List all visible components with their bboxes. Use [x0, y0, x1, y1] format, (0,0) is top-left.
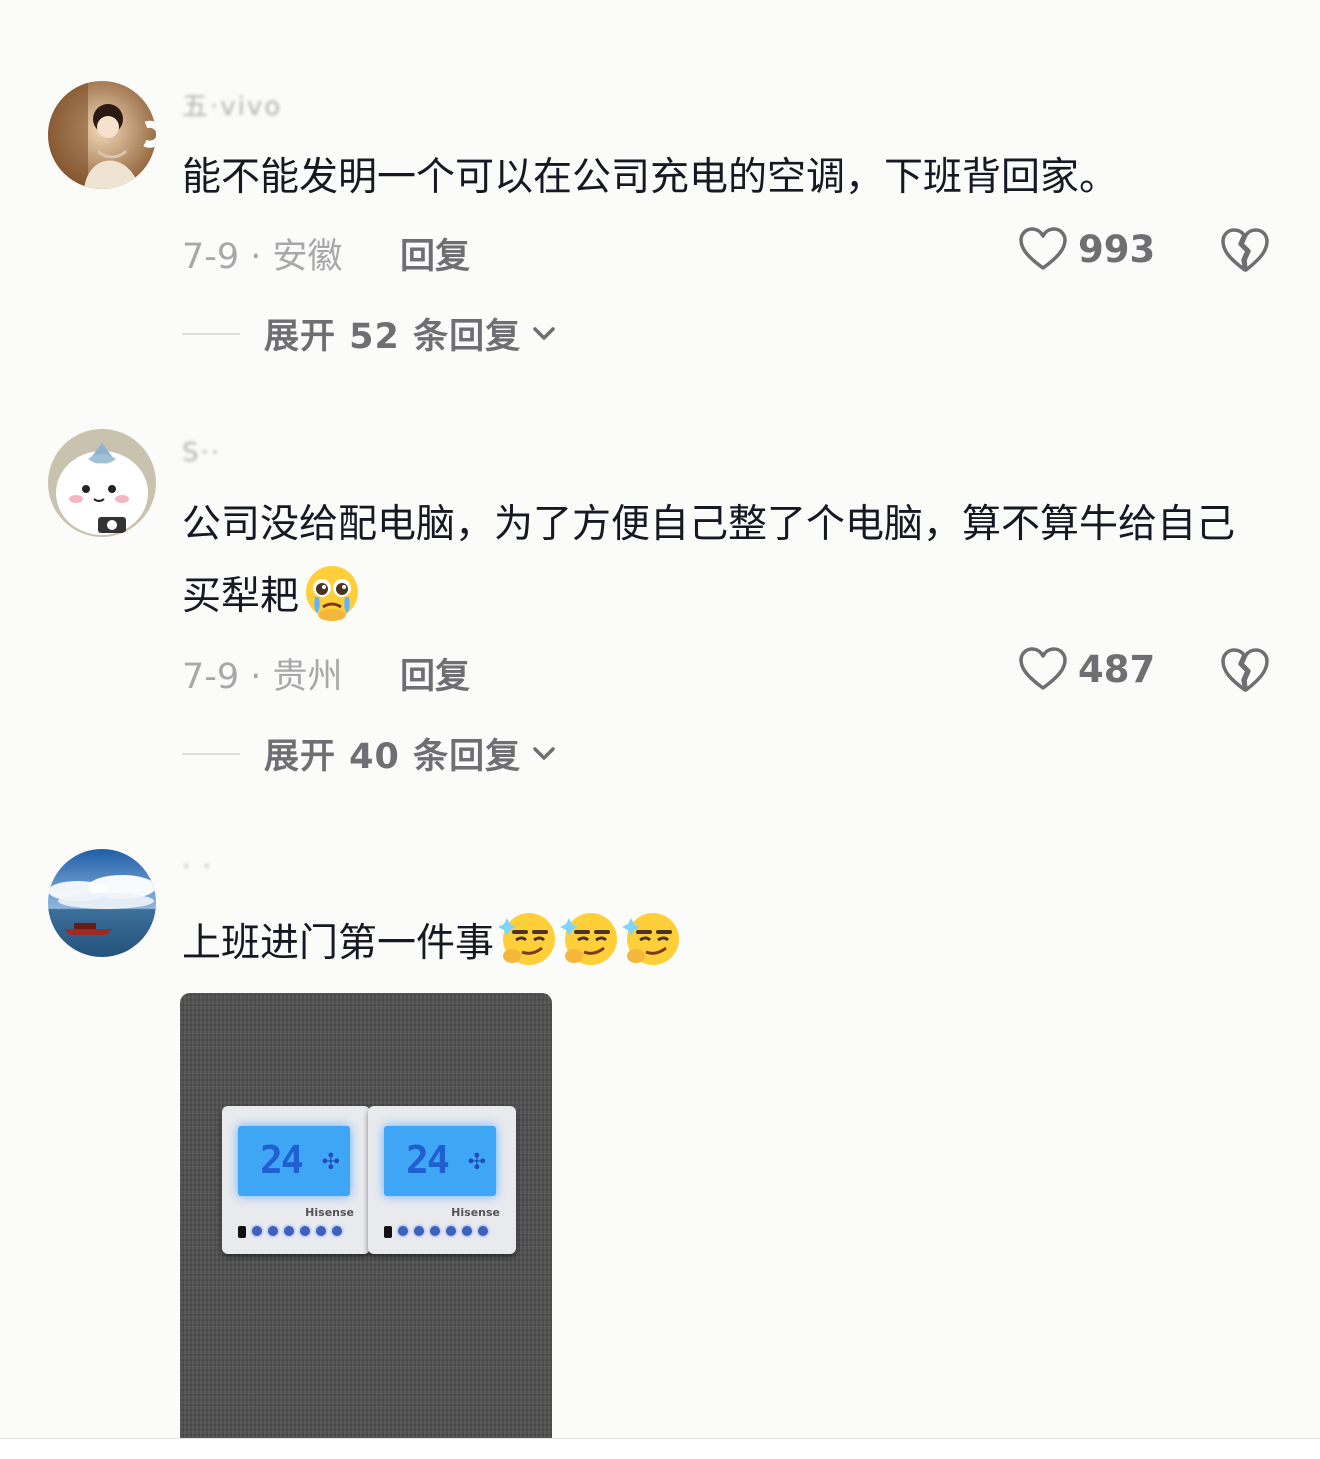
bottom-bar [0, 1439, 1320, 1459]
dislike-button[interactable] [1220, 646, 1270, 694]
comment-text: 能不能发明一个可以在公司充电的空调，下班背回家。 [182, 155, 1119, 200]
thermostat-keys [384, 1226, 488, 1238]
heart-outline-icon [1019, 647, 1067, 690]
avatar[interactable] [48, 429, 156, 537]
like-count: 487 [1078, 647, 1156, 691]
dislike-button[interactable] [1220, 226, 1270, 274]
truncated-previous-content [260, 0, 640, 2]
thermostat-keys [238, 1226, 342, 1238]
smirking-face-emoji-icon [560, 910, 618, 968]
thermostat-brand: Hisense [451, 1206, 500, 1219]
expand-replies-button[interactable]: 展开 52 条回复 [182, 308, 557, 359]
like-button[interactable]: 487 [1018, 646, 1155, 692]
avatar[interactable] [48, 81, 156, 189]
smirking-face-emoji-icon [498, 910, 556, 968]
pleading-face-emoji-icon [303, 563, 361, 621]
avatar[interactable] [48, 849, 156, 957]
comment-date-location: 7-9 · 安徽 [182, 237, 343, 277]
expand-replies-button[interactable]: 展开 40 条回复 [182, 728, 557, 779]
reply-button[interactable]: 回复 [400, 228, 470, 279]
like-button[interactable]: 993 [1018, 226, 1155, 272]
thermostat-brand: Hisense [305, 1206, 354, 1219]
comment-text: 上班进门第一件事 [182, 908, 1262, 980]
thermostat-screen: 24 ✣ [238, 1126, 350, 1196]
chevron-down-icon [533, 746, 555, 760]
reply-button[interactable]: 回复 [400, 648, 470, 699]
thermostat-panel: 24 ✣ Hisense [368, 1106, 516, 1254]
comment-date-location: 7-9 · 贵州 [182, 657, 343, 697]
fan-icon: ✣ [321, 1150, 340, 1175]
thermostat-panel: 24 ✣ Hisense [222, 1106, 370, 1254]
smirking-face-emoji-icon [622, 910, 680, 968]
comment-image-thermostats[interactable]: 24 ✣ Hisense 24 ✣ Hisense [180, 993, 552, 1439]
expand-replies-label: 展开 40 条回复 [264, 737, 522, 777]
broken-heart-icon [1221, 228, 1269, 272]
username[interactable]: S·· [182, 438, 221, 468]
comment-text-body: 上班进门第一件事 [182, 921, 495, 966]
divider-line [182, 752, 240, 755]
like-count: 993 [1078, 227, 1156, 271]
heart-outline-icon [1019, 227, 1067, 270]
broken-heart-icon [1221, 648, 1269, 692]
fan-icon: ✣ [467, 1150, 486, 1175]
divider-line [182, 332, 240, 335]
username[interactable]: · · [182, 852, 213, 882]
username[interactable]: 五·vivo [182, 86, 282, 123]
chevron-down-icon [533, 326, 555, 340]
comment-text: 公司没给配电脑，为了方便自己整了个电脑，算不算牛给自己买犁耙 [182, 489, 1262, 633]
expand-replies-label: 展开 52 条回复 [264, 317, 522, 357]
thermostat-temperature: 24 [260, 1138, 304, 1182]
thermostat-temperature: 24 [406, 1138, 450, 1182]
thermostat-screen: 24 ✣ [384, 1126, 496, 1196]
